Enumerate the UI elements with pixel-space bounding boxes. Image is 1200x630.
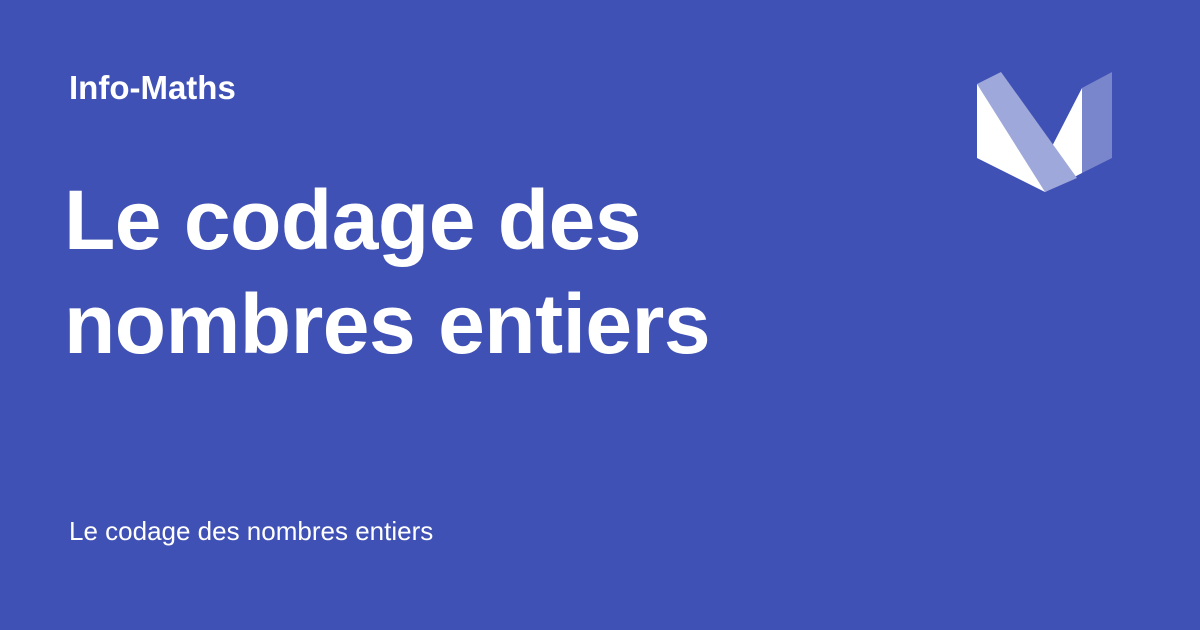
material-logo-icon: [977, 72, 1112, 192]
page-description: Le codage des nombres entiers: [69, 516, 434, 546]
social-card: Info-Maths Le codage des nombres entiers…: [0, 0, 1200, 630]
site-name: Info-Maths: [69, 69, 236, 106]
logo-right-panel: [1082, 72, 1112, 173]
page-title: Le codage des nombres entiers: [64, 173, 711, 371]
